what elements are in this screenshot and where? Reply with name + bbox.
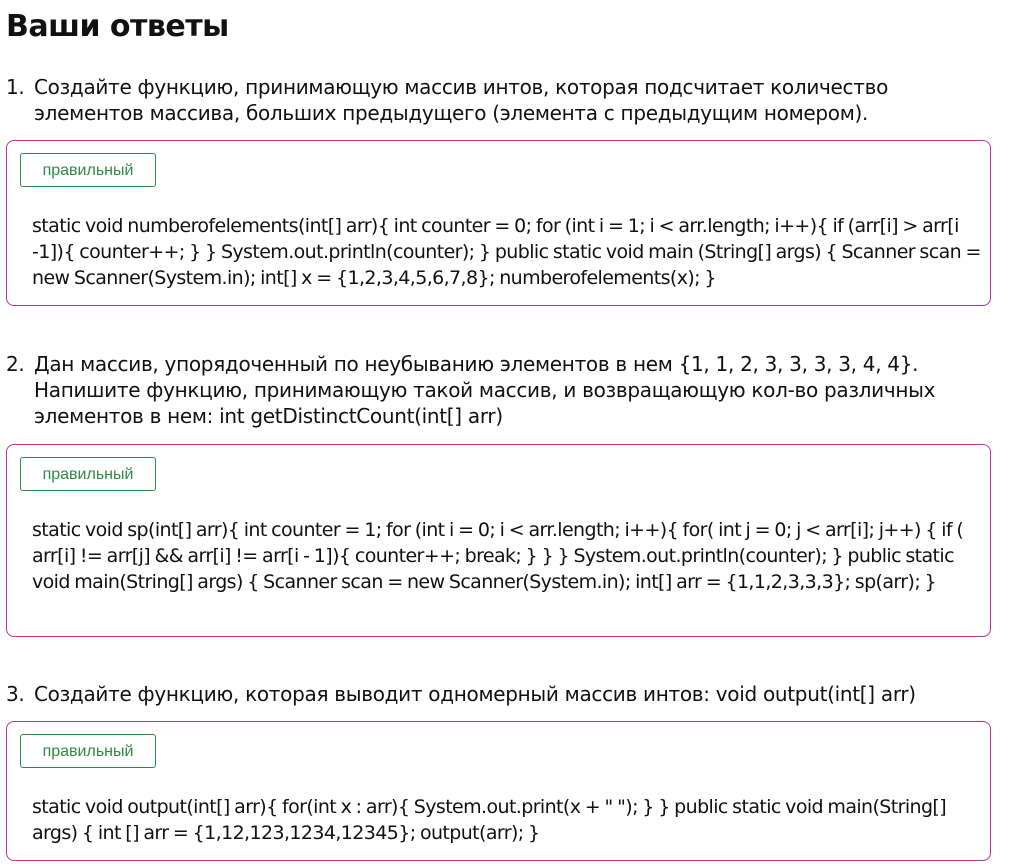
question-number: 1. bbox=[6, 75, 25, 99]
answer-text: static void sp(int[] arr){ int counter =… bbox=[32, 519, 964, 593]
answer-box-2: правильный static void sp(int[] arr){ in… bbox=[6, 444, 991, 637]
answer-box-3: правильный static void output(int[] arr)… bbox=[6, 721, 991, 861]
answer-text: static void output(int[] arr){ for(int x… bbox=[32, 796, 947, 844]
answer-text: static void numberofelements(int[] arr){… bbox=[32, 215, 981, 289]
status-badge: правильный bbox=[20, 457, 156, 491]
status-badge: правильный bbox=[20, 734, 156, 768]
answer-box-1: правильный static void numberofelements(… bbox=[6, 140, 991, 306]
question-text: Создайте функцию, принимающую массив инт… bbox=[34, 75, 889, 125]
question-number: 2. bbox=[6, 352, 25, 376]
status-badge: правильный bbox=[20, 153, 156, 187]
results-page: Ваши ответы 1. Создайте функцию, принима… bbox=[0, 0, 1025, 866]
question-1-text-block: 1. Создайте функцию, принимающую массив … bbox=[6, 74, 996, 126]
page-title: Ваши ответы bbox=[6, 9, 229, 44]
question-text: Создайте функцию, которая выводит одноме… bbox=[34, 682, 916, 706]
question-2-text-block: 2. Дан массив, упорядоченный по неубыван… bbox=[6, 351, 996, 429]
question-number: 3. bbox=[6, 682, 25, 706]
question-3-text-block: 3. Создайте функцию, которая выводит одн… bbox=[6, 681, 996, 707]
question-text: Дан массив, упорядоченный по неубыванию … bbox=[34, 352, 936, 428]
